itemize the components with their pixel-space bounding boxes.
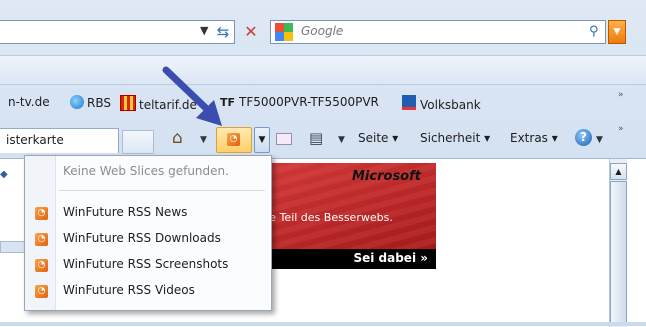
favorite-volksbank[interactable]: Volksbank: [402, 95, 481, 112]
tab-current[interactable]: isterkarte: [0, 128, 119, 153]
rss-icon: ◔: [227, 133, 240, 146]
command-bar: isterkarte ⌂ ▼ ◔ ▼ ▤ ▼ Seite ▾ Sicherhei…: [0, 124, 646, 154]
feeds-dropdown-button[interactable]: ▼: [254, 127, 270, 153]
search-input[interactable]: Google ⚲: [270, 20, 606, 44]
ad-cta-link[interactable]: Sei dabei »: [353, 251, 428, 265]
pointer-arrow: [162, 66, 222, 126]
rss-icon: ◔: [35, 285, 48, 298]
security-menu[interactable]: Sicherheit ▾: [420, 131, 490, 145]
extras-menu[interactable]: Extras ▾: [510, 131, 558, 145]
no-web-slices-text: Keine Web Slices gefunden.: [63, 164, 229, 178]
print-icon[interactable]: ▤: [309, 129, 323, 147]
mail-icon[interactable]: [276, 133, 292, 145]
help-icon[interactable]: ?: [575, 129, 592, 146]
google-icon: [275, 23, 293, 41]
tab-strip: [0, 55, 646, 85]
volksbank-icon: [402, 95, 416, 110]
ie-icon: [70, 95, 84, 109]
search-icon[interactable]: ⚲: [589, 24, 599, 39]
more-commands-icon[interactable]: »: [618, 124, 624, 134]
menu-item-rss-screenshots[interactable]: ◔ WinFuture RSS Screenshots: [25, 254, 271, 276]
window-bottom-border: [0, 322, 646, 326]
new-tab-button[interactable]: [122, 130, 154, 154]
microsoft-logo: Microsoft: [352, 169, 421, 184]
feeds-dropdown-menu: Keine Web Slices gefunden. ◔ WinFuture R…: [24, 155, 272, 311]
home-dropdown-icon[interactable]: ▼: [200, 135, 207, 145]
favorite-rbs[interactable]: RBS: [70, 95, 111, 110]
left-edge-icon: ◆: [0, 169, 8, 180]
ad-cta-bar: Sei dabei »: [248, 249, 436, 269]
vertical-scrollbar[interactable]: ▲: [609, 159, 627, 327]
rss-icon: ◔: [35, 259, 48, 272]
more-favorites-icon[interactable]: »: [618, 90, 624, 100]
favorites-bar: n-tv.de RBS teltarif.de TF TF5000PVR-TF55…: [0, 90, 646, 116]
refresh-icon[interactable]: ⇆: [212, 22, 234, 42]
favorite-ntv[interactable]: n-tv.de: [8, 95, 50, 109]
rss-icon: ◔: [35, 207, 48, 220]
menu-item-rss-videos[interactable]: ◔ WinFuture RSS Videos: [25, 280, 271, 302]
left-edge-element: [0, 241, 26, 253]
address-row: ▼ ⇆ ✕ Google ⚲ ▼: [0, 14, 646, 48]
favorite-tf5000pvr[interactable]: TF TF5000PVR-TF5500PVR: [220, 95, 379, 109]
scroll-up-button[interactable]: ▲: [610, 163, 627, 180]
rss-icon: ◔: [35, 233, 48, 246]
help-dropdown-icon[interactable]: ▼: [596, 135, 603, 145]
home-icon[interactable]: ⌂: [172, 128, 183, 148]
print-dropdown-icon[interactable]: ▼: [338, 135, 345, 145]
teltarif-icon: [120, 95, 136, 111]
microsoft-ad-banner[interactable]: Microsoft rde Teil des Besserwebs. Sei d…: [248, 163, 436, 269]
address-dropdown-icon[interactable]: ▼: [200, 24, 208, 37]
menu-separator: [59, 190, 265, 191]
menu-item-rss-news[interactable]: ◔ WinFuture RSS News: [25, 202, 271, 224]
search-options-button[interactable]: ▼: [608, 20, 626, 44]
feeds-button[interactable]: ◔: [216, 127, 252, 153]
page-menu[interactable]: Seite ▾: [358, 131, 398, 145]
stop-icon[interactable]: ✕: [240, 22, 262, 42]
search-placeholder: Google: [301, 24, 344, 38]
menu-item-rss-downloads[interactable]: ◔ WinFuture RSS Downloads: [25, 228, 271, 250]
scroll-thumb[interactable]: [610, 181, 627, 323]
ad-text: rde Teil des Besserwebs.: [258, 211, 393, 224]
